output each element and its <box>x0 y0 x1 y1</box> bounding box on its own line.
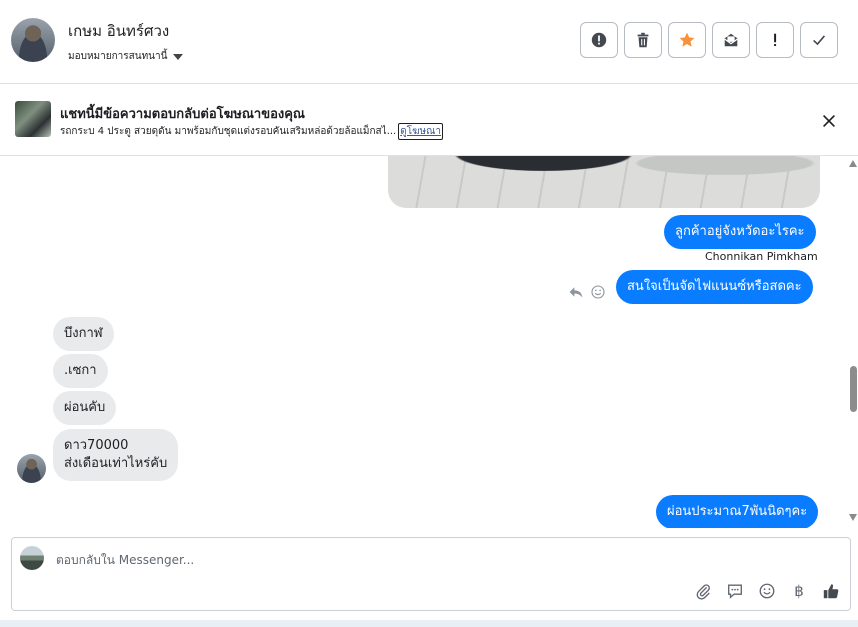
message-list-scrollbar[interactable] <box>848 156 858 526</box>
incoming-message[interactable]: .เซกา <box>53 354 108 388</box>
message-line: ส่งเดือนเท่าไหร่คับ <box>64 456 168 471</box>
message-line: ดาว70000 <box>64 438 129 453</box>
delete-button[interactable] <box>624 22 662 58</box>
message-actions <box>568 284 606 300</box>
like-button[interactable] <box>820 580 842 602</box>
bottom-divider <box>0 620 858 627</box>
assign-label: มอบหมายการสนทนานี้ <box>68 51 168 62</box>
reply-icon[interactable] <box>568 284 584 300</box>
contact-name[interactable]: เกษม อินทร์ศวง <box>68 19 169 43</box>
sender-name: Chonnikan Pimkham <box>705 250 818 263</box>
scroll-up-arrow-icon[interactable] <box>849 160 857 167</box>
contact-avatar-small[interactable] <box>17 454 46 483</box>
view-ad-link[interactable]: ดูโฆษณา <box>398 123 444 140</box>
mark-unread-button[interactable] <box>712 22 750 58</box>
shared-photo-attachment[interactable] <box>388 156 820 208</box>
reply-input[interactable] <box>56 551 556 569</box>
smiley-icon <box>759 583 775 599</box>
star-icon <box>679 32 695 47</box>
outgoing-message[interactable]: ผ่อนประมาณ7พันนิดๆคะ <box>656 495 819 528</box>
message-list: ลูกค้าอยู่จังหวัดอะไรคะ Chonnikan Pimkha… <box>0 156 858 528</box>
page-avatar <box>20 546 44 570</box>
ad-thumbnail[interactable] <box>15 101 51 137</box>
ad-reply-banner: แชทนี้มีข้อความตอบกลับต่อโฆษณาของคุณ รถก… <box>0 84 858 156</box>
ad-banner-title: แชทนี้มีข้อความตอบกลับต่อโฆษณาของคุณ <box>60 107 305 122</box>
star-button[interactable] <box>668 22 706 58</box>
scrollbar-thumb[interactable] <box>850 366 857 412</box>
attach-file-button[interactable] <box>692 580 714 602</box>
follow-up-button[interactable] <box>756 22 794 58</box>
chat-bubble-icon <box>728 584 742 599</box>
alert-circle-icon <box>591 32 607 48</box>
mark-spam-button[interactable] <box>580 22 618 58</box>
incoming-message[interactable]: บึงกาฬ <box>53 317 114 351</box>
checkmark-icon <box>813 35 826 46</box>
paperclip-icon <box>696 584 710 600</box>
outgoing-message[interactable]: สนใจเป็นจัดไฟแนนซ์หรือสดคะ <box>616 270 813 304</box>
incoming-message[interactable]: ผ่อนคับ <box>53 391 117 425</box>
thread-header: เกษม อินทร์ศวง มอบหมายการสนทนานี้ <box>0 0 858 84</box>
close-icon[interactable] <box>820 112 838 130</box>
scroll-down-arrow-icon[interactable] <box>849 514 857 521</box>
ad-banner-description: รถกระบ 4 ประตู สวยดุดัน มาพร้อมกับชุดแต่… <box>60 123 444 140</box>
thumbs-up-icon <box>823 584 839 599</box>
caret-down-icon <box>173 53 184 60</box>
ad-description-text: รถกระบ 4 ประตู สวยดุดัน มาพร้อมกับชุดแต่… <box>60 126 397 137</box>
emoji-reaction-icon[interactable] <box>590 284 606 300</box>
envelope-icon <box>724 33 738 47</box>
assign-conversation-dropdown[interactable]: มอบหมายการสนทนานี้ <box>68 49 184 64</box>
exclamation-icon <box>774 33 777 47</box>
composer-toolbar: ฿ <box>692 580 842 602</box>
thread-toolbar <box>580 22 838 58</box>
payment-button[interactable]: ฿ <box>788 580 810 602</box>
contact-avatar[interactable] <box>11 18 55 62</box>
emoji-button[interactable] <box>756 580 778 602</box>
mark-done-button[interactable] <box>800 22 838 58</box>
outgoing-message[interactable]: ลูกค้าอยู่จังหวัดอะไรคะ <box>664 215 816 249</box>
messenger-inbox-thread: เกษม อินทร์ศวง มอบหมายการสนทนานี้ แชทนี้… <box>0 0 858 627</box>
reply-composer: ฿ <box>11 537 851 611</box>
trash-icon <box>637 32 649 48</box>
saved-replies-button[interactable] <box>724 580 746 602</box>
incoming-message[interactable]: ดาว70000 ส่งเดือนเท่าไหร่คับ <box>53 429 179 481</box>
